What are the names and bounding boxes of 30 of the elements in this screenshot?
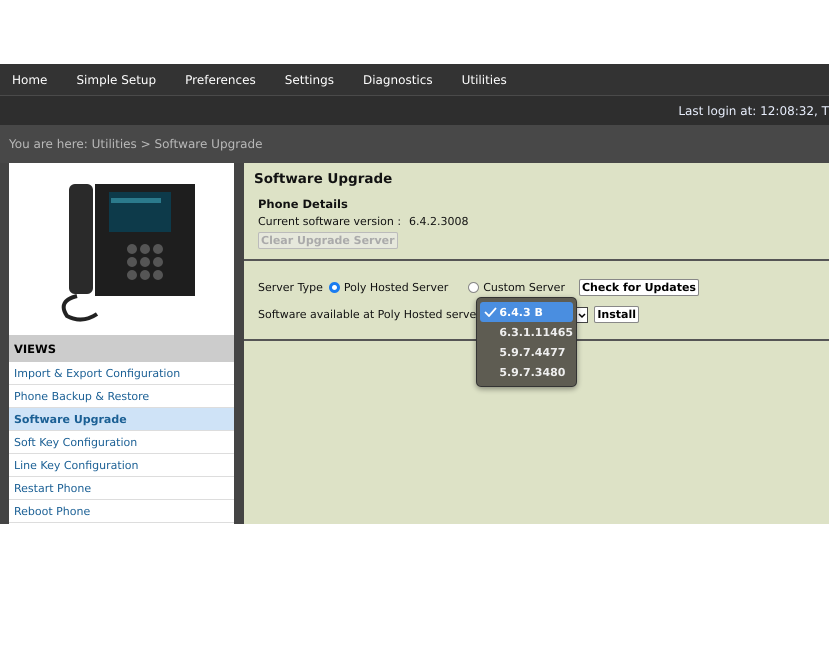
phone-details-heading: Phone Details [258, 197, 349, 211]
software-available-label: Software available at Poly Hosted serve [258, 308, 476, 321]
caret-icon [576, 307, 588, 323]
check-for-updates-button[interactable]: Check for Updates [578, 279, 699, 296]
sidebar-item[interactable]: Reboot Phone [9, 500, 234, 523]
server-radio[interactable]: Custom Server [468, 281, 565, 294]
install-button[interactable]: Install [594, 306, 640, 323]
sidebar-item[interactable]: Import & Export Configuration [9, 362, 234, 385]
server-radio[interactable]: Poly Hosted Server [328, 281, 448, 294]
sidebar-item[interactable]: Software Upgrade [9, 408, 234, 431]
version-label: Current software version : [258, 215, 402, 228]
sidebar-item[interactable]: Line Key Configuration [9, 454, 234, 477]
dropdown-option[interactable]: 5.9.7.3480 [480, 362, 574, 382]
dropdown-option[interactable]: 5.9.7.4477 [480, 342, 574, 362]
nav-link[interactable]: Preferences [177, 72, 264, 86]
breadcrumb-text: You are here: Utilities > Software Upgrade [9, 137, 262, 151]
server-type-label: Server Type [258, 281, 323, 294]
page-title: Software Upgrade [254, 171, 394, 187]
nav-link[interactable]: Simple Setup [68, 72, 164, 86]
last-login-text: Last login at: 12:08:32, T [678, 104, 829, 118]
nav-link[interactable]: Home [4, 72, 56, 86]
sidebar-item[interactable]: Restart Phone [9, 477, 234, 500]
dropdown-option[interactable]: 6.3.1.11465 [480, 322, 574, 342]
views-heading: VIEWS [9, 335, 234, 362]
version-value: 6.4.2.3008 [409, 215, 469, 228]
checkmark-icon [484, 307, 498, 317]
nav-link[interactable]: Utilities [454, 72, 515, 86]
nav-link[interactable]: Diagnostics [354, 72, 441, 86]
sidebar-item[interactable]: Soft Key Configuration [9, 431, 234, 454]
nav-link[interactable]: Settings [276, 72, 342, 86]
